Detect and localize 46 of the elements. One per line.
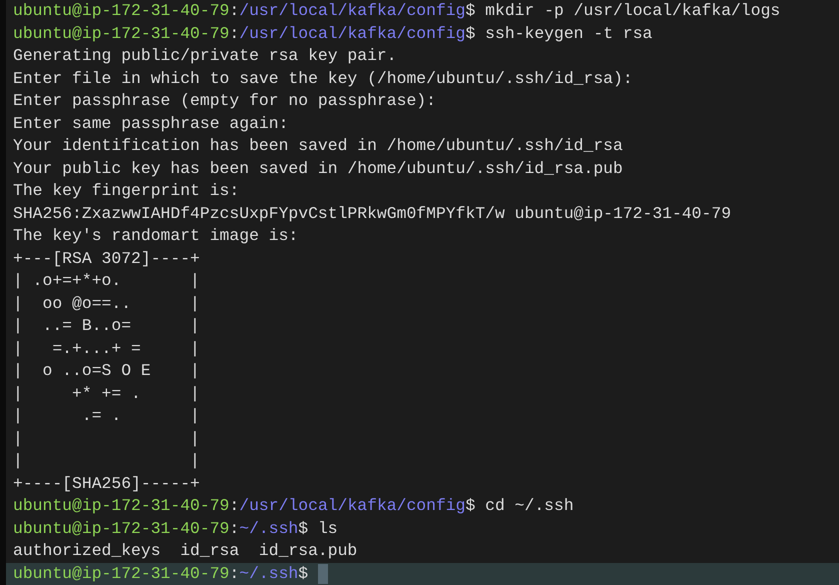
prompt-user-host: ubuntu@ip-172-31-40-79 [13, 22, 230, 44]
prompt-path: ~/.ssh [239, 518, 298, 540]
output-text: +----[SHA256]-----+ [13, 472, 200, 494]
output-text: | .= . | [13, 405, 200, 427]
prompt-colon: : [229, 518, 240, 540]
prompt-path: ~/.ssh [239, 562, 298, 584]
output-text: | | [13, 428, 200, 450]
output-text: | o ..o=S O E | [13, 360, 200, 382]
prompt-user-host: ubuntu@ip-172-31-40-79 [13, 495, 230, 517]
prompt-dollar: $ [465, 0, 476, 22]
prompt-user-host: ubuntu@ip-172-31-40-79 [13, 0, 230, 22]
output-text: | ..= B..o= | [13, 315, 200, 337]
prompt-colon: : [229, 22, 240, 44]
output-text: Your identification has been saved in /home/ubuntu/.ssh/id_rsa [13, 135, 623, 157]
prompt-dollar: $ [465, 22, 476, 44]
output-text: The key fingerprint is: [13, 180, 240, 202]
output-text: Enter same passphrase again: [13, 112, 288, 134]
output-text: | =.+...+ = | [13, 338, 200, 360]
prompt-colon: : [229, 0, 240, 22]
prompt-colon: : [229, 562, 240, 584]
command-text: mkdir -p /usr/local/kafka/logs [485, 0, 780, 22]
output-text: SHA256:ZxazwwIAHDf4PzcsUxpFYpvCstlPRkwGm0fMPYfkT/w ubuntu@ip-172-31-40-79 [13, 202, 732, 224]
prompt-path: /usr/local/kafka/config [239, 22, 466, 44]
prompt-dollar: $ [298, 518, 308, 540]
prompt-user-host: ubuntu@ip-172-31-40-79 [13, 562, 230, 584]
prompt-dollar: $ [298, 562, 308, 584]
output-text: | .o+=+*+o. | [13, 270, 200, 292]
prompt-dollar: $ [465, 495, 476, 517]
prompt-user-host: ubuntu@ip-172-31-40-79 [13, 518, 230, 540]
prompt-path: /usr/local/kafka/config [239, 495, 466, 517]
output-text: Enter file in which to save the key (/home/ubuntu/.ssh/id_rsa): [13, 68, 633, 90]
command-text: cd ~/.ssh [485, 495, 574, 517]
output-text: Enter passphrase (empty for no passphrase): [13, 90, 436, 112]
prompt-path: /usr/local/kafka/config [239, 0, 466, 22]
text-cursor [318, 564, 328, 584]
command-text: ssh-keygen -t rsa [485, 22, 652, 44]
output-text: | oo @o==.. | [13, 292, 200, 314]
output-text: authorized_keys id_rsa id_rsa.pub [13, 540, 358, 562]
output-text: Generating public/private rsa key pair. [13, 45, 397, 67]
output-text: +---[RSA 3072]----+ [13, 248, 200, 270]
output-text: | | [13, 450, 200, 472]
output-text: | +* += . | [13, 382, 200, 404]
command-text: ls [318, 518, 338, 540]
output-text: The key's randomart image is: [13, 225, 298, 247]
prompt-colon: : [229, 495, 240, 517]
output-text: Your public key has been saved in /home/ubuntu/.ssh/id_rsa.pub [13, 158, 623, 180]
